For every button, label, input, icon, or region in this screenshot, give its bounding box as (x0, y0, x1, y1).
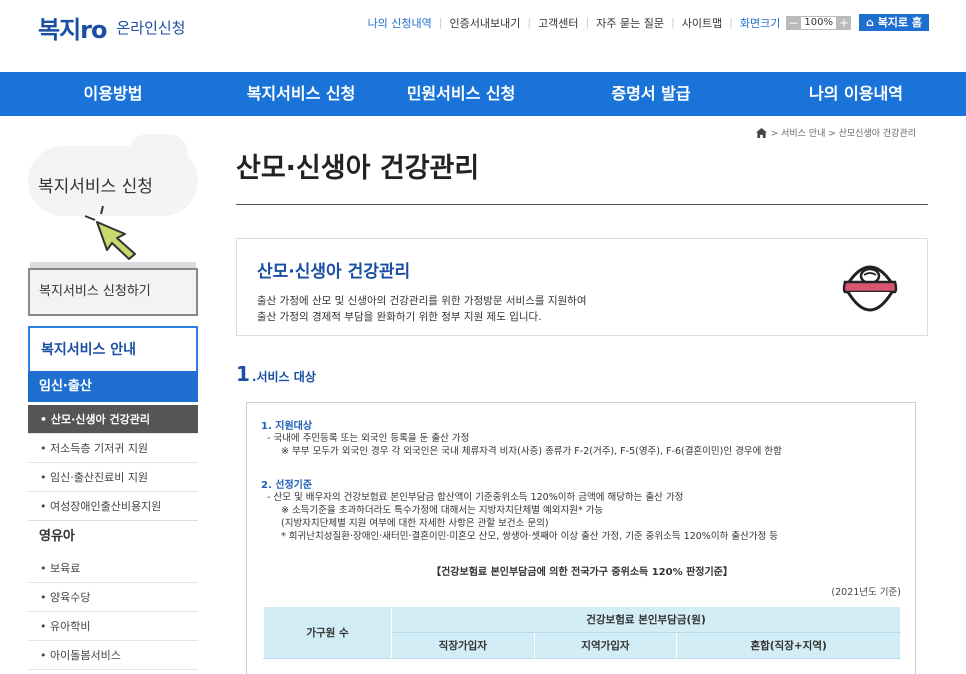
sidebar-item-medical-support[interactable]: • 임신·출산진료비 지원 (28, 463, 198, 492)
sidebar-item-childcare-service[interactable]: • 아이돌봄서비스 (28, 641, 198, 670)
year-note: (2021년도 기준) (831, 587, 901, 598)
sidebar-item-childcare-fee[interactable]: • 보육료 (28, 554, 198, 583)
zoom-value: 100% (800, 15, 837, 30)
intro-box: 산모·신생아 건강관리 출산 가정에 산모 및 신생아의 건강관리를 위한 가정… (236, 238, 928, 336)
nav-civil-apply[interactable]: 민원서비스 신청 (376, 72, 546, 116)
table-row (263, 658, 901, 674)
sidebar-infant-list: • 보육료 • 양육수당 • 유아학비 • 아이돌봄서비스 (28, 554, 198, 670)
nav-how-to-use[interactable]: 이용방법 (0, 72, 226, 116)
sidebar-item-maternal-newborn[interactable]: • 산모·신생아 건강관리 (28, 405, 198, 434)
sidebar-info-header[interactable]: 복지서비스 안내 (28, 326, 198, 371)
nav-certificate[interactable]: 증명서 발급 (546, 72, 756, 116)
sidebar-title-area: 복지서비스 신청 (28, 130, 198, 260)
header: 복지ro 온라인신청 나의 신청내역 | 인증서내보내기 | 고객센터 | 자주… (0, 0, 966, 70)
criteria-table: 가구원 수 건강보험료 본인부담금(원) 직장가입자 지역가입자 혼합(직장+지… (263, 606, 901, 674)
util-my-applications[interactable]: 나의 신청내역 (368, 15, 432, 31)
utility-nav: 나의 신청내역 | 인증서내보내기 | 고객센터 | 자주 묻는 질문 | 사이… (368, 14, 929, 31)
sidebar-cat-infant[interactable]: 영유아 (28, 520, 198, 551)
util-faq[interactable]: 자주 묻는 질문 (596, 15, 664, 31)
section-title: .서비스 대상 (251, 370, 316, 384)
util-sitemap[interactable]: 사이트맵 (682, 15, 722, 31)
nav-welfare-apply[interactable]: 복지서비스 신청 (226, 72, 376, 116)
page: { "header": { "logo_mark": "복지ro", "logo… (0, 0, 966, 674)
section-number: 1 (236, 362, 250, 386)
sidebar-item-diaper-support[interactable]: • 저소득층 기저귀 지원 (28, 434, 198, 463)
criteria-note: (지방자치단체별 지원 여부에 대한 자세한 사항은 관할 보건소 문의) (281, 518, 549, 529)
service-target-box: 1. 지원대상 - 국내에 주민등록 또는 외국인 등록을 둔 출산 가정 ※ … (246, 402, 916, 674)
intro-title: 산모·신생아 건강관리 (257, 262, 411, 282)
title-divider (236, 204, 928, 205)
zoom-label: 화면크기 (739, 16, 781, 30)
zoom-out-button[interactable]: − (786, 15, 801, 30)
criteria-note: ※ 소득기준을 초과하더라도 특수가정에 대해서는 지방자치단체별 예외지원* … (281, 505, 604, 516)
zoom-control: − 100% + (786, 15, 851, 30)
criteria-note: * 희귀난치성질환·장애인·새터민·결혼이민·미혼모 산모, 쌍생아·셋째아 이… (281, 531, 779, 542)
logo-mark: 복지ro (38, 15, 107, 44)
breadcrumb: > 서비스 안내 > 산모신생아 건강관리 (755, 126, 916, 139)
main-nav: 이용방법 복지서비스 신청 민원서비스 신청 증명서 발급 나의 이용내역 (0, 72, 966, 116)
home-icon[interactable] (755, 127, 767, 138)
util-export-certificate[interactable]: 인증서내보내기 (450, 15, 521, 31)
breadcrumb-path: > 서비스 안내 > 산모신생아 건강관리 (770, 129, 916, 139)
nav-my-history[interactable]: 나의 이용내역 (756, 72, 956, 116)
cursor-arrow-icon (84, 205, 136, 260)
sidebar-item-disabled-women[interactable]: • 여성장애인출산비용지원 (28, 492, 198, 521)
sidebar-item-parenting-allowance[interactable]: • 양육수당 (28, 583, 198, 612)
table-header-household: 가구원 수 (263, 606, 392, 659)
logo-text: 온라인신청 (116, 18, 186, 37)
sidebar-pregnancy-list: • 산모·신생아 건강관리 • 저소득층 기저귀 지원 • 임신·출산진료비 지… (28, 405, 198, 521)
site-logo[interactable]: 복지ro 온라인신청 (38, 10, 186, 44)
intro-text: 출산 가정의 경제적 부담을 완화하기 위한 정부 지원 제도 입니다. (257, 311, 542, 323)
zoom-in-button[interactable]: + (836, 15, 851, 30)
sidebar-apply-button[interactable]: 복지서비스 신청하기 (28, 268, 198, 316)
baby-icon (842, 265, 898, 312)
page-title: 산모·신생아 건강관리 (236, 153, 480, 184)
table-header-employee: 직장가입자 (391, 632, 535, 659)
sidebar-item-kindergarten-fee[interactable]: • 유아학비 (28, 612, 198, 641)
util-customer-center[interactable]: 고객센터 (538, 15, 578, 31)
cloud-decoration (128, 134, 188, 174)
sidebar-title: 복지서비스 신청 (38, 177, 153, 197)
bokjiro-home-button[interactable]: ⌂ 복지로 홈 (858, 14, 929, 31)
criteria-table-title: 【건강보험료 본인부담금에 의한 전국가구 중위소득 120% 판정기준】 (431, 567, 733, 578)
criteria-text: - 산모 및 배우자의 건강보험료 본인부담금 합산액이 기준중위소득 120%… (267, 492, 684, 503)
table-header-regional: 지역가입자 (533, 632, 678, 659)
section-heading: 1 .서비스 대상 (236, 362, 316, 386)
table-header-premium: 건강보험료 본인부담금(원) (391, 606, 901, 633)
table-header-mixed: 혼합(직장+지역) (676, 632, 901, 659)
sidebar-cat-pregnancy[interactable]: 임신·출산 (28, 371, 198, 402)
intro-text: 출산 가정에 산모 및 신생아의 건강관리를 위한 가정방문 서비스를 지원하여 (257, 295, 587, 307)
support-target-text: - 국내에 주민등록 또는 외국인 등록을 둔 출산 가정 (267, 433, 470, 444)
support-target-note: ※ 부부 모두가 외국인 경우 각 외국인은 국내 체류자격 비자(사증) 종류… (281, 446, 782, 457)
